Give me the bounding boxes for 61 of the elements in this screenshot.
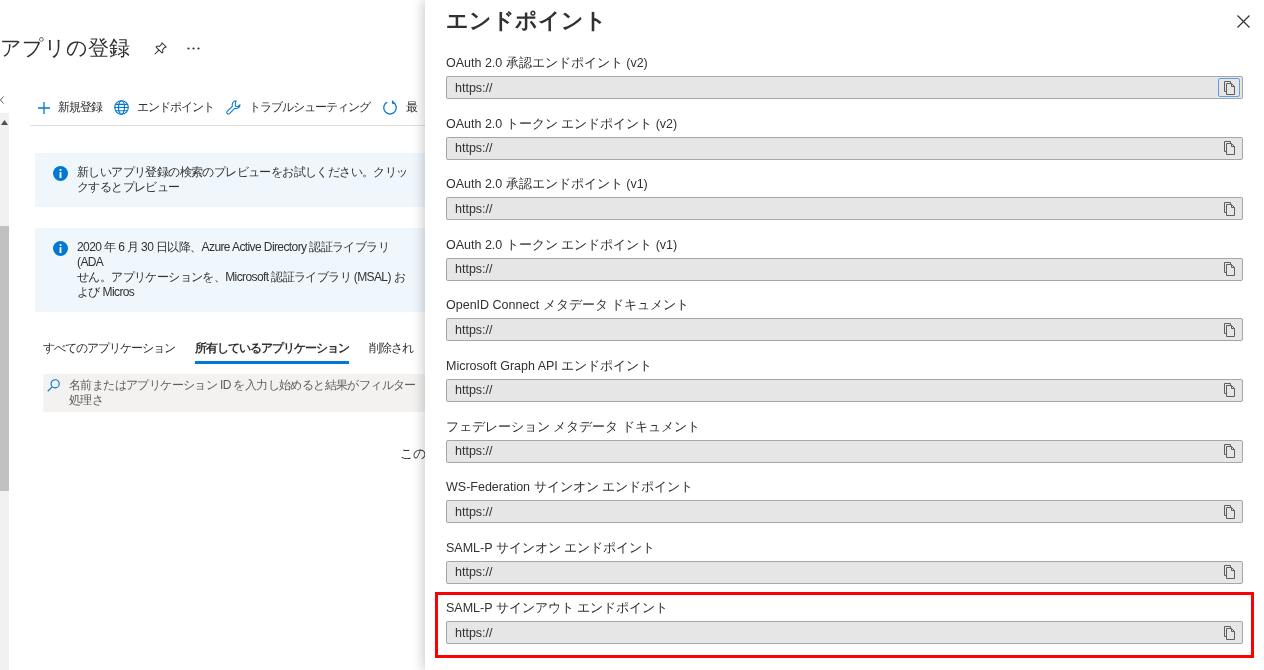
- refresh-icon: [382, 99, 398, 116]
- search-icon: [47, 379, 60, 392]
- copy-icon: [1223, 322, 1235, 337]
- endpoint-label: OAuth 2.0 トークン エンドポイント (v2): [446, 115, 679, 132]
- url-field[interactable]: https://: [446, 197, 1243, 221]
- endpoint-label: OAuth 2.0 承認エンドポイント (v1): [446, 176, 649, 193]
- url-field[interactable]: https://: [446, 560, 1243, 584]
- search-field[interactable]: 名前またはアプリケーション ID を入力し始めると結果がフィルター処理さ: [43, 374, 425, 412]
- url-field[interactable]: https://: [446, 136, 1243, 160]
- tab[interactable]: すべてのアプリケーション: [43, 340, 175, 364]
- scroll-up-icon[interactable]: [1, 120, 8, 125]
- endpoint-label: OAuth 2.0 トークン エンドポイント (v1): [446, 236, 679, 253]
- copy-icon: [1223, 383, 1235, 398]
- copy-icon: [1223, 565, 1235, 580]
- banner-text: 新しいアプリ登録の検索のプレビューをお試しください。クリックするとプレビュー: [77, 165, 409, 195]
- list-message: この: [400, 446, 425, 462]
- toolbar-button[interactable]: 新規登録: [38, 99, 102, 116]
- scrollbar-track[interactable]: [0, 113, 9, 670]
- plus-icon: [38, 101, 50, 114]
- pin-icon: [154, 41, 167, 55]
- url-field[interactable]: https://: [446, 439, 1243, 463]
- chevron-icon[interactable]: [0, 96, 4, 104]
- url-field[interactable]: https://: [446, 500, 1243, 524]
- endpoint-label: SAML-P サインアウト エンドポイント: [446, 600, 670, 617]
- globe-icon: [114, 100, 129, 115]
- more-icon: [187, 46, 200, 50]
- url-field[interactable]: https://: [446, 76, 1243, 99]
- scrollbar-thumb[interactable]: [0, 226, 9, 491]
- copy-icon: [1223, 262, 1235, 277]
- copy-icon: [1223, 444, 1235, 459]
- url-field[interactable]: https://: [446, 621, 1243, 645]
- url-field[interactable]: https://: [446, 378, 1243, 402]
- endpoint-label: WS-Federation サインオン エンドポイント: [446, 479, 694, 496]
- tab[interactable]: 削除され: [369, 340, 413, 364]
- copy-icon: [1223, 504, 1235, 519]
- copy-icon: [1223, 141, 1235, 156]
- copy-icon: [1223, 80, 1235, 95]
- pin-button[interactable]: [154, 41, 167, 55]
- more-button[interactable]: [187, 46, 200, 50]
- endpoint-label: SAML-P サインオン エンドポイント: [446, 539, 657, 556]
- page-title: アプリの登録: [0, 35, 130, 61]
- endpoint-label: Microsoft Graph API エンドポイント: [446, 357, 654, 374]
- endpoint-label: フェデレーション メタデータ ドキュメント: [446, 418, 701, 435]
- copy-button[interactable]: [1218, 78, 1240, 97]
- wrench-icon: [226, 100, 241, 115]
- url-field[interactable]: https://: [446, 257, 1243, 281]
- copy-icon: [1223, 625, 1235, 640]
- copy-icon: [1223, 201, 1235, 216]
- tab[interactable]: 所有しているアプリケーション: [195, 340, 349, 364]
- toolbar-button[interactable]: エンドポイント: [114, 99, 214, 116]
- close-icon: [1237, 14, 1250, 28]
- banner-text: 2020 年 6 月 30 日以降、Azure Active Directory 認証ライブラリ (ADA せん。アプリケーションを、Microsoft 認証ライブラリ (MSAL) および Micros: [77, 240, 406, 300]
- info-icon: [53, 165, 68, 181]
- url-field[interactable]: https://: [446, 318, 1243, 342]
- toolbar-button[interactable]: 最: [382, 99, 417, 116]
- endpoint-label: OpenID Connect メタデータ ドキュメント: [446, 297, 691, 314]
- toolbar-button[interactable]: トラブルシューティング: [226, 99, 370, 116]
- close-button[interactable]: [1237, 14, 1250, 28]
- endpoint-label: OAuth 2.0 承認エンドポイント (v2): [446, 55, 649, 71]
- panel-title: エンドポイント: [446, 7, 607, 35]
- info-icon: [53, 240, 68, 256]
